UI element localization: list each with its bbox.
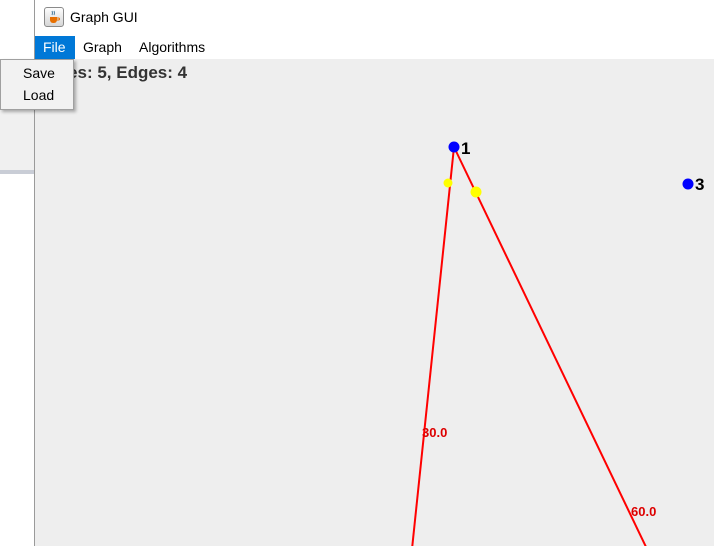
menu-bar: File Graph Algorithms <box>35 36 714 59</box>
graph-edge-1-b <box>453 146 647 546</box>
graph-node[interactable] <box>448 141 460 153</box>
background-panel <box>0 110 36 174</box>
edge-arrow-marker <box>443 178 453 188</box>
graph-node[interactable] <box>682 178 694 190</box>
title-bar: Graph GUI <box>35 0 714 36</box>
menu-algorithms[interactable]: Algorithms <box>131 36 213 59</box>
graph-canvas[interactable]: Nodes: 5, Edges: 4 30.0 60.0 1 3 <box>35 59 714 546</box>
graph-node-label: 1 <box>461 139 470 158</box>
graph-node-label: 3 <box>695 175 704 194</box>
menu-file[interactable]: File <box>35 36 75 59</box>
graph-edge-1-a <box>411 146 455 546</box>
file-menu-dropdown: Save Load <box>0 59 74 110</box>
window-title: Graph GUI <box>70 9 138 25</box>
menu-item-load[interactable]: Load <box>23 87 54 103</box>
edge-weight-label: 30.0 <box>422 425 447 440</box>
menu-graph[interactable]: Graph <box>75 36 130 59</box>
menu-item-save[interactable]: Save <box>23 65 55 81</box>
edge-arrow-marker <box>470 186 482 198</box>
graph-drawing[interactable]: 30.0 60.0 1 3 <box>35 59 714 546</box>
edge-weight-label: 60.0 <box>631 504 656 519</box>
java-cup-icon <box>44 7 64 27</box>
graph-gui-window: Graph GUI File Graph Algorithms Nodes: 5… <box>34 0 714 546</box>
